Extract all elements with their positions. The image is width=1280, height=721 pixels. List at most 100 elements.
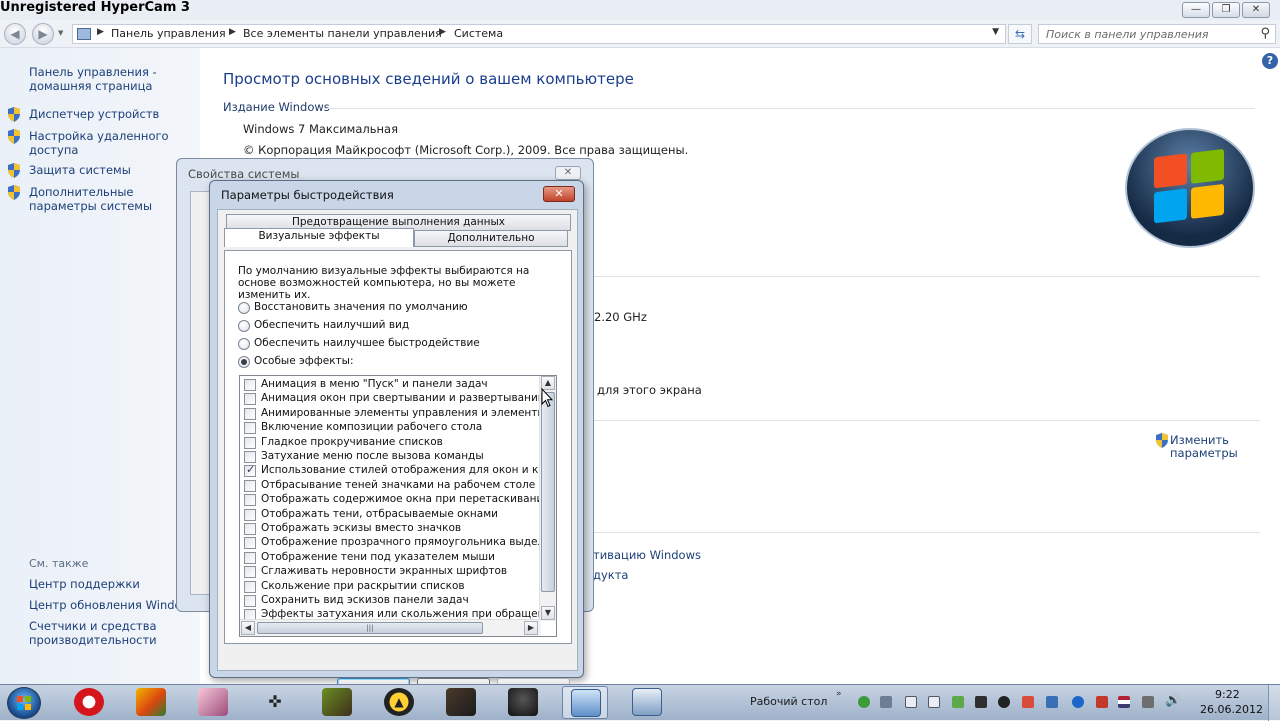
tray-app-icon[interactable] xyxy=(975,696,987,708)
sidebar-item-system-protection[interactable]: Защита системы xyxy=(29,163,189,177)
taskbar-app-game6[interactable] xyxy=(500,686,546,719)
start-button[interactable] xyxy=(7,687,41,719)
show-desktop-button[interactable] xyxy=(1268,685,1280,721)
bluetooth-icon[interactable] xyxy=(1072,696,1084,708)
taskbar-app-game5[interactable] xyxy=(438,686,484,719)
checkbox-checked[interactable] xyxy=(244,464,256,477)
desktop-toolbar-label[interactable]: Рабочий стол xyxy=(750,695,827,708)
list-item[interactable]: Отбрасывание теней значками на рабочем с… xyxy=(244,479,540,493)
checkbox-label[interactable]: Использование стилей отображения для око… xyxy=(261,464,540,476)
language-flag-icon[interactable] xyxy=(1118,696,1130,708)
crumb-separator-icon[interactable]: ▶ xyxy=(439,27,446,37)
checkbox-label[interactable]: Отображать содержимое окна при перетаски… xyxy=(261,493,540,505)
checkbox-label[interactable]: Анимированные элементы управления и элем… xyxy=(261,407,540,419)
activate-windows-link[interactable]: тивацию Windows xyxy=(593,548,701,562)
crumb-control-panel[interactable]: Панель управления xyxy=(111,27,226,40)
tray-window-icon[interactable] xyxy=(905,696,917,708)
tray-app-icon[interactable] xyxy=(952,696,964,708)
scrollbar-thumb[interactable] xyxy=(541,392,555,592)
checkbox[interactable] xyxy=(244,595,256,607)
checkbox[interactable] xyxy=(244,566,256,578)
vertical-scrollbar[interactable]: ▲ ▼ xyxy=(539,376,556,621)
list-item[interactable]: Сглаживать неровности экранных шрифтов xyxy=(244,565,540,579)
scrollbar-thumb[interactable]: ||| xyxy=(257,622,483,634)
checkbox-label[interactable]: Анимация окон при свертывании и разверты… xyxy=(261,392,540,404)
sidebar-home-link[interactable]: Панель управления - домашняя страница xyxy=(29,65,189,93)
radio-label[interactable]: Восстановить значения по умолчанию xyxy=(254,301,468,313)
sidebar-item-remote-settings[interactable]: Настройка удаленного доступа xyxy=(29,129,189,157)
radio-button[interactable] xyxy=(238,320,250,332)
tray-app-icon[interactable] xyxy=(1096,696,1108,708)
checkbox-label[interactable]: Включение композиции рабочего стола xyxy=(261,421,482,433)
list-item[interactable]: Отображать содержимое окна при перетаски… xyxy=(244,493,540,507)
list-item[interactable]: Включение композиции рабочего стола xyxy=(244,421,540,435)
radio-label[interactable]: Особые эффекты: xyxy=(254,355,354,367)
checkbox-label[interactable]: Отображать тени, отбрасываемые окнами xyxy=(261,508,498,520)
tray-window-icon[interactable] xyxy=(928,696,940,708)
crumb-system[interactable]: Система xyxy=(454,27,503,40)
checkbox[interactable] xyxy=(244,537,256,549)
list-item[interactable]: Затухание меню после вызова команды xyxy=(244,450,540,464)
sidebar-item-advanced-settings[interactable]: Дополнительные параметры системы xyxy=(29,185,189,213)
checkbox-label[interactable]: Отбрасывание теней значками на рабочем с… xyxy=(261,479,535,491)
back-button[interactable]: ◀ xyxy=(4,23,26,45)
checkbox[interactable] xyxy=(244,379,256,391)
effects-list[interactable]: Анимация в меню "Пуск" и панели задач Ан… xyxy=(239,375,557,637)
checkbox[interactable] xyxy=(244,552,256,564)
crumb-all-items[interactable]: Все элементы панели управления xyxy=(243,27,442,40)
radio-button[interactable] xyxy=(238,338,250,350)
taskbar-app-counter-strike[interactable]: ✜ xyxy=(252,686,298,719)
close-button[interactable]: ✕ xyxy=(543,186,575,202)
list-item[interactable]: Анимированные элементы управления и элем… xyxy=(244,407,540,421)
checkbox-label[interactable]: Сглаживать неровности экранных шрифтов xyxy=(261,565,507,577)
taskbar-app-game3[interactable] xyxy=(314,686,360,719)
taskbar-app-opera[interactable] xyxy=(66,686,112,719)
chevron-down-icon[interactable]: ▼ xyxy=(992,27,999,37)
list-item[interactable]: Сохранить вид эскизов панели задач xyxy=(244,594,540,608)
clock-date[interactable]: 26.06.2012 xyxy=(1200,703,1263,716)
checkbox[interactable] xyxy=(244,422,256,434)
checkbox-label[interactable]: Отображение прозрачного прямоугольника в… xyxy=(261,536,540,548)
checkbox[interactable] xyxy=(244,581,256,593)
radio-button[interactable] xyxy=(238,302,250,314)
tray-app-icon[interactable] xyxy=(1046,696,1058,708)
product-key-link[interactable]: дукта xyxy=(593,568,628,582)
sidebar-link-windows-update[interactable]: Центр обновления Windows xyxy=(29,598,197,612)
chevron-right-icon[interactable]: » xyxy=(836,689,842,699)
list-item[interactable]: Гладкое прокручивание списков xyxy=(244,436,540,450)
checkbox[interactable] xyxy=(244,451,256,463)
radio-button[interactable] xyxy=(238,356,250,368)
checkbox-label[interactable]: Отображение тени под указателем мыши xyxy=(261,551,495,563)
taskbar-app-control-panel[interactable] xyxy=(562,686,608,719)
volume-icon[interactable]: 🔊 xyxy=(1165,693,1181,708)
close-button[interactable]: ✕ xyxy=(1242,2,1270,18)
list-item[interactable]: Отображение прозрачного прямоугольника в… xyxy=(244,536,540,550)
help-icon[interactable]: ? xyxy=(1262,53,1278,69)
crumb-separator-icon[interactable]: ▶ xyxy=(97,27,104,37)
taskbar-app-game2[interactable] xyxy=(190,686,236,719)
checkbox[interactable] xyxy=(244,408,256,420)
checkbox-label[interactable]: Гладкое прокручивание списков xyxy=(261,436,443,448)
list-item[interactable]: Отображать эскизы вместо значков xyxy=(244,522,540,536)
checkbox[interactable] xyxy=(244,393,256,405)
tray-app-icon[interactable] xyxy=(880,696,892,708)
scroll-left-icon[interactable]: ◀ xyxy=(241,621,255,635)
checkbox-label[interactable]: Анимация в меню "Пуск" и панели задач xyxy=(261,378,488,390)
history-dropdown-icon[interactable]: ▼ xyxy=(58,29,63,37)
scroll-down-icon[interactable]: ▼ xyxy=(541,606,555,620)
radio-label[interactable]: Обеспечить наилучшее быстродействие xyxy=(254,337,480,349)
list-item[interactable]: Анимация в меню "Пуск" и панели задач xyxy=(244,378,540,392)
search-icon[interactable]: ⚲ xyxy=(1260,26,1270,41)
list-item[interactable]: Отображать тени, отбрасываемые окнами xyxy=(244,508,540,522)
minimize-button[interactable]: — xyxy=(1182,2,1210,18)
checkbox[interactable] xyxy=(244,480,256,492)
taskbar-app-system-properties[interactable] xyxy=(624,686,670,719)
taskbar-app-game4[interactable]: ▲ xyxy=(376,686,422,719)
tab-visual-effects[interactable]: Визуальные эффекты xyxy=(224,228,414,247)
list-item[interactable]: Отображение тени под указателем мыши xyxy=(244,551,540,565)
checkbox-label[interactable]: Отображать эскизы вместо значков xyxy=(261,522,461,534)
sidebar-item-device-manager[interactable]: Диспетчер устройств xyxy=(29,107,189,121)
tray-app-icon[interactable] xyxy=(998,696,1010,708)
crumb-separator-icon[interactable]: ▶ xyxy=(229,27,236,37)
horizontal-scrollbar[interactable]: ◀ ||| ▶ xyxy=(240,619,541,636)
